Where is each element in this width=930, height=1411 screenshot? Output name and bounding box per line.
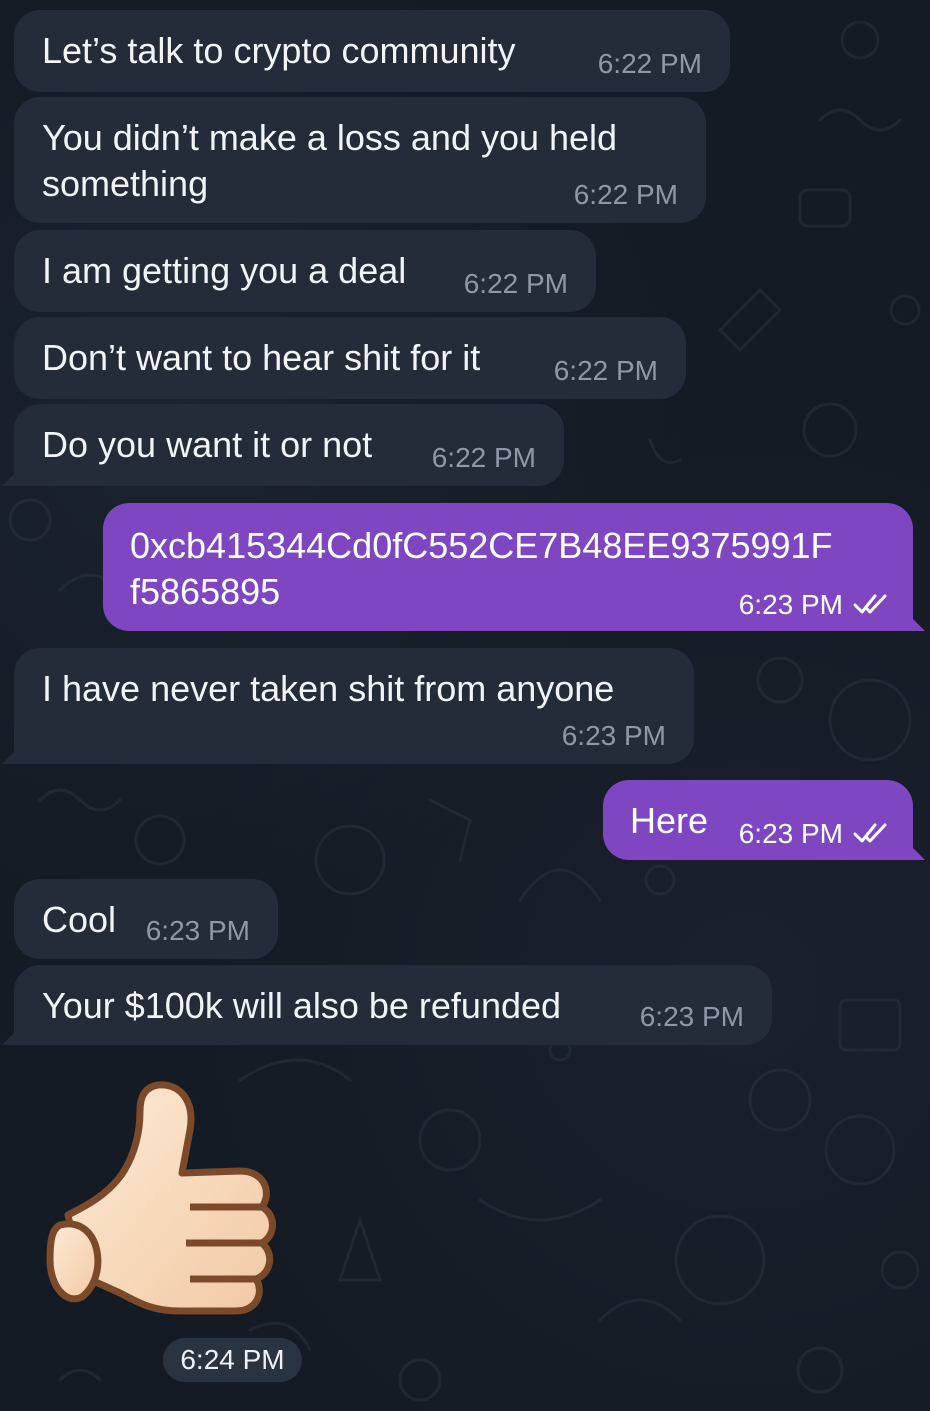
message-time: 6:22 PM	[597, 48, 702, 79]
message-bubble-incoming[interactable]: You didn’t make a loss and you held some…	[14, 97, 706, 223]
message-bubble-incoming[interactable]: I have never taken shit from anyone 6:23…	[14, 648, 694, 764]
message-text: I have never taken shit from anyone	[42, 668, 615, 709]
message-time: 6:22 PM	[463, 268, 568, 299]
message-bubble-incoming[interactable]: Don’t want to hear shit for it 6:22 PM	[14, 317, 686, 399]
message-time: 6:23 PM	[639, 1001, 744, 1032]
thumbs-up-icon[interactable]	[40, 1075, 290, 1325]
read-double-check-icon	[853, 823, 887, 843]
read-double-check-icon	[853, 594, 887, 614]
message-bubble-outgoing[interactable]: Here 6:23 PM	[603, 780, 913, 860]
message-time: 6:23 PM	[561, 720, 666, 751]
message-bubble-incoming[interactable]: Your $100k will also be refunded 6:23 PM	[14, 965, 772, 1045]
message-text: Here	[630, 800, 709, 841]
message-text: Cool	[42, 899, 117, 940]
message-bubble-outgoing[interactable]: 0xcb415344Cd0fC552CE7B48EE9375991F f5865…	[103, 503, 913, 631]
message-text: I am getting you a deal	[42, 250, 407, 291]
message-text: Do you want it or not	[42, 424, 373, 465]
message-bubble-incoming[interactable]: I am getting you a deal 6:22 PM	[14, 230, 596, 312]
message-bubble-incoming[interactable]: Do you want it or not 6:22 PM	[14, 404, 564, 486]
message-bubble-incoming[interactable]: Cool 6:23 PM	[14, 879, 278, 959]
message-time: 6:23 PM	[738, 589, 843, 620]
message-time: 6:23 PM	[145, 915, 250, 946]
message-text: Don’t want to hear shit for it	[42, 337, 481, 378]
message-text: Let’s talk to crypto community	[42, 30, 516, 71]
message-time: 6:23 PM	[738, 818, 843, 849]
message-time: 6:22 PM	[553, 355, 658, 386]
message-list[interactable]: Let’s talk to crypto community 6:22 PM Y…	[0, 0, 930, 1411]
message-text: Your $100k will also be refunded	[42, 985, 562, 1026]
message-time: 6:22 PM	[431, 442, 536, 473]
message-text: 0xcb415344Cd0fC552CE7B48EE9375991F f5865…	[130, 525, 833, 612]
message-bubble-incoming[interactable]: Let’s talk to crypto community 6:22 PM	[14, 10, 730, 92]
message-text: You didn’t make a loss and you held some…	[42, 117, 618, 204]
sticker-time: 6:24 PM	[163, 1338, 302, 1382]
message-time: 6:22 PM	[573, 179, 678, 210]
